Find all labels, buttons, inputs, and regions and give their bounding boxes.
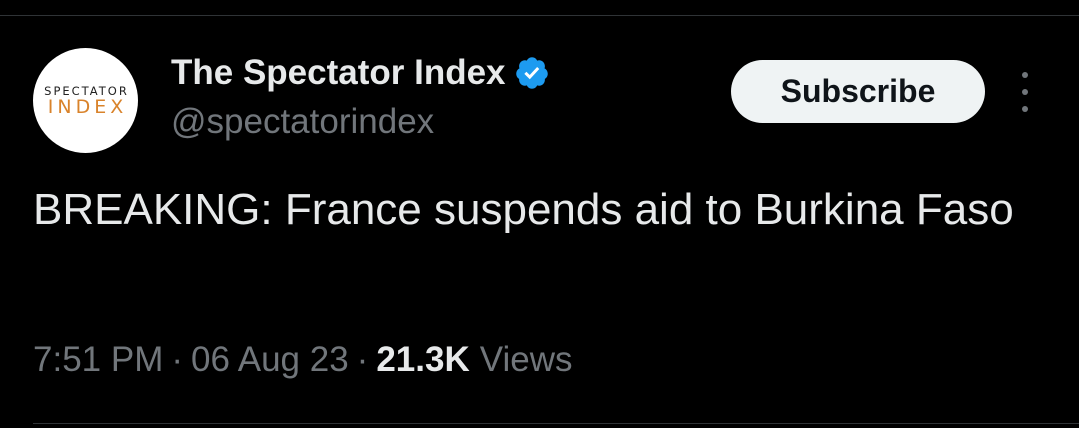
verified-badge-icon bbox=[515, 57, 548, 89]
avatar-logo-bottom-text: INDEX bbox=[47, 95, 128, 118]
author-handle[interactable]: @spectatorindex bbox=[171, 102, 434, 142]
subscribe-button[interactable]: Subscribe bbox=[731, 60, 985, 123]
avatar-logo-top-text: SPECTATOR bbox=[44, 83, 129, 98]
more-dot bbox=[1022, 106, 1028, 112]
author-name-row: The Spectator Index bbox=[171, 50, 550, 96]
top-divider bbox=[0, 15, 1079, 16]
views-count: 21.3K bbox=[376, 340, 470, 379]
more-dot bbox=[1022, 72, 1028, 78]
more-dot bbox=[1022, 89, 1028, 95]
tweet-meta: 7:51 PM · 06 Aug 23 · 21.3K Views bbox=[33, 340, 572, 380]
display-name[interactable]: The Spectator Index bbox=[171, 53, 506, 93]
avatar[interactable]: SPECTATOR INDEX bbox=[33, 48, 138, 153]
tweet-time[interactable]: 7:51 PM bbox=[33, 340, 163, 380]
meta-separator: · bbox=[356, 340, 369, 379]
meta-separator: · bbox=[171, 340, 184, 379]
views-label: Views bbox=[479, 340, 573, 379]
tweet-date[interactable]: 06 Aug 23 bbox=[191, 340, 349, 380]
tweet-text: BREAKING: France suspends aid to Burkina… bbox=[33, 185, 1014, 234]
more-vertical-icon[interactable] bbox=[1013, 72, 1037, 112]
bottom-divider bbox=[33, 423, 1079, 424]
